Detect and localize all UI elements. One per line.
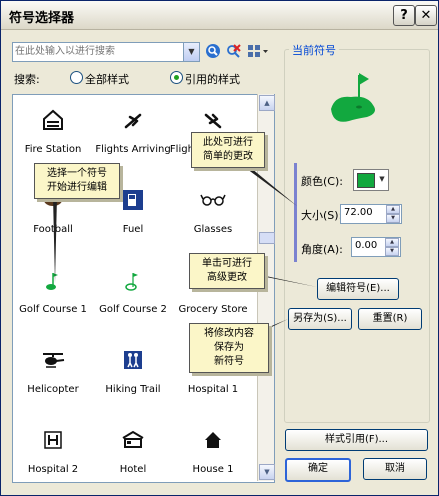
help-button[interactable]: ? — [393, 5, 415, 26]
symbol-hiking-trail[interactable]: Hiking Trail — [93, 335, 173, 415]
helicopter-icon — [43, 353, 65, 368]
symbol-hotel[interactable]: Hotel — [93, 415, 173, 482]
callout-select-symbol: 选择一个符号 开始进行编辑 — [34, 163, 120, 199]
size-increment[interactable]: ▲ — [386, 205, 400, 214]
symbol-glasses[interactable]: Glasses — [173, 175, 253, 255]
chevron-down-icon: ▼ — [379, 175, 385, 183]
symbol-selector-dialog: 符号选择器 ? ✕ ▼ 搜索: 全部样式 引用的样式 Fire Station — [0, 0, 439, 496]
color-label: 颜色(C): — [301, 175, 343, 188]
symbol-name: Hospital 2 — [27, 464, 79, 475]
edit-symbol-button[interactable]: 编辑符号(E)... — [317, 278, 399, 300]
color-picker[interactable]: ▼ — [353, 169, 389, 191]
view-options-icon[interactable] — [247, 43, 269, 59]
symbol-name: Helicopter — [27, 384, 79, 395]
search-input[interactable] — [15, 44, 179, 58]
symbol-hospital-2[interactable]: Hospital 2 — [13, 415, 93, 482]
symbol-name: Flights Arriving — [95, 144, 171, 155]
fire-station-icon — [43, 109, 63, 130]
glasses-icon — [200, 194, 226, 206]
fuel-pump-icon — [123, 190, 143, 210]
scroll-up-button[interactable]: ▲ — [259, 95, 275, 111]
airplane-icon — [204, 113, 222, 129]
symbol-helicopter[interactable]: Helicopter — [13, 335, 93, 415]
search-scope-label: 搜索: — [14, 73, 40, 86]
hikers-icon — [124, 351, 142, 369]
symbol-name: Fire Station — [24, 144, 82, 155]
symbol-name: Football — [33, 224, 73, 235]
symbol-name: Golf Course 2 — [99, 304, 167, 315]
search-box: ▼ — [12, 42, 200, 62]
scroll-down-button[interactable]: ▼ — [259, 464, 275, 480]
size-spinner[interactable]: 72.00 ▲ ▼ — [340, 204, 402, 224]
angle-label: 角度(A): — [301, 243, 343, 256]
size-value: 72.00 — [344, 207, 373, 218]
size-label: 大小(S): — [301, 209, 343, 222]
symbol-golf-course-2[interactable]: Golf Course 2 — [93, 255, 173, 335]
symbol-name: Hiking Trail — [105, 384, 161, 395]
angle-value: 0.00 — [355, 240, 378, 251]
symbol-name: Glasses — [193, 224, 233, 235]
angle-decrement[interactable]: ▼ — [385, 247, 399, 256]
symbol-golf-course-1[interactable]: Golf Course 1 — [13, 255, 93, 335]
scroll-thumb[interactable] — [259, 232, 275, 244]
radio-all-styles-label: 全部样式 — [85, 73, 129, 86]
close-button[interactable]: ✕ — [415, 5, 437, 26]
hotel-bed-icon — [122, 430, 144, 448]
symbol-name: Hospital 1 — [187, 384, 239, 395]
callout-simple-changes: 此处可进行 简单的更改 — [191, 132, 265, 168]
golf-flag-icon — [46, 273, 58, 290]
callout-save-as-new: 将修改内容 保存为 新符号 — [189, 323, 269, 373]
save-as-button[interactable]: 另存为(S)... — [288, 308, 352, 330]
symbol-name: Grocery Store — [178, 304, 248, 315]
symbol-name: House 1 — [192, 464, 234, 475]
search-icon[interactable] — [205, 43, 221, 59]
search-history-dropdown[interactable]: ▼ — [183, 43, 199, 61]
golf-flag-icon — [125, 273, 138, 291]
reset-button[interactable]: 重置(R) — [358, 308, 422, 330]
house-icon — [205, 432, 221, 448]
radio-referenced-styles-label: 引用的样式 — [185, 73, 240, 86]
properties-marker-line — [294, 163, 297, 262]
ok-button[interactable]: 确定 — [285, 458, 351, 482]
symbol-name: Fuel — [122, 224, 144, 235]
hospital-icon — [44, 431, 62, 449]
callout-advanced-changes: 单击可进行 高级更改 — [189, 253, 265, 289]
title-bar: 符号选择器 ? ✕ — [1, 1, 438, 30]
current-symbol-title: 当前符号 — [289, 42, 339, 58]
symbol-name: Hotel — [119, 464, 147, 475]
airplane-icon — [124, 113, 142, 129]
angle-increment[interactable]: ▲ — [385, 238, 399, 247]
size-decrement[interactable]: ▼ — [386, 214, 400, 223]
symbol-preview — [331, 73, 375, 122]
symbol-house-1[interactable]: House 1 — [173, 415, 253, 482]
radio-referenced-styles[interactable] — [170, 71, 183, 84]
angle-spinner[interactable]: 0.00 ▲ ▼ — [351, 237, 401, 257]
clear-search-icon[interactable] — [225, 43, 241, 59]
radio-all-styles[interactable] — [70, 71, 83, 84]
style-references-button[interactable]: 样式引用(F)... — [285, 429, 428, 451]
window-title: 符号选择器 — [9, 11, 75, 26]
cancel-button[interactable]: 取消 — [363, 458, 427, 480]
symbol-name: Golf Course 1 — [19, 304, 87, 315]
color-swatch — [357, 173, 375, 188]
